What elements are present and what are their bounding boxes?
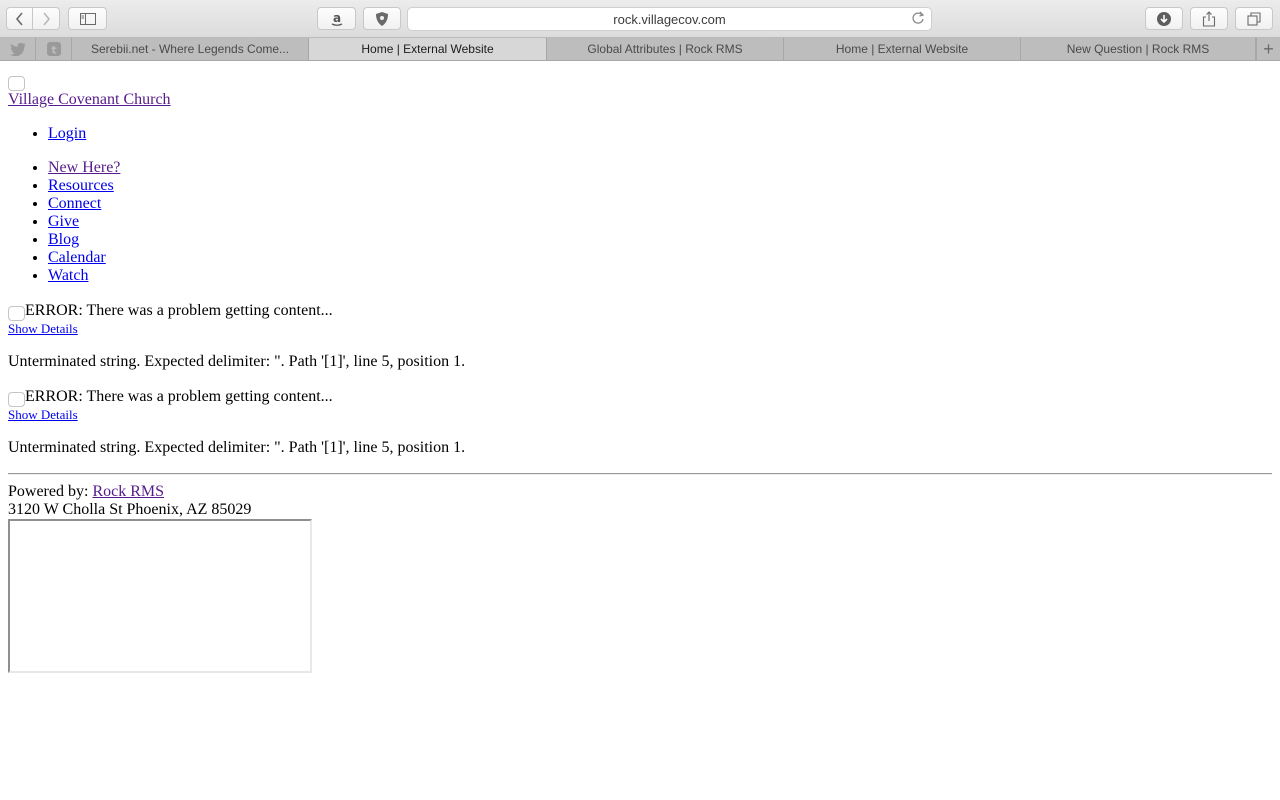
tab-bar: t Serebii.net - Where Legends Come... Ho… — [0, 38, 1280, 61]
nav-link-watch[interactable]: Watch — [48, 267, 88, 284]
nav-toggle-checkbox[interactable] — [8, 76, 25, 91]
share-icon — [1202, 10, 1216, 27]
page-content: Village Covenant Church Login New Here? … — [0, 62, 1280, 800]
svg-text:a: a — [332, 11, 340, 25]
back-button[interactable] — [6, 7, 33, 30]
share-button[interactable] — [1190, 7, 1228, 30]
brand-link[interactable]: Village Covenant Church — [8, 91, 1272, 109]
tab-label: Home | External Website — [361, 42, 494, 56]
forward-button[interactable] — [33, 7, 60, 30]
nav-link-connect[interactable]: Connect — [48, 195, 101, 212]
nav-link-calendar[interactable]: Calendar — [48, 249, 106, 266]
map-iframe[interactable] — [8, 519, 312, 673]
account-nav-item: Login — [48, 125, 1272, 143]
tabs-overview-icon — [1247, 11, 1261, 26]
tab-label: New Question | Rock RMS — [1066, 42, 1210, 56]
footer-divider — [8, 473, 1272, 475]
error-detail: Unterminated string. Expected delimiter:… — [8, 439, 466, 456]
nav-link-resources[interactable]: Resources — [48, 177, 114, 194]
shield-icon — [376, 11, 388, 26]
new-tab-button[interactable]: + — [1256, 38, 1280, 60]
amazon-extension-button[interactable]: a — [317, 7, 356, 30]
sidebar-icon — [79, 12, 96, 25]
history-nav — [6, 7, 60, 30]
account-nav: Login — [8, 125, 1272, 143]
error-block: ERROR: There was a problem getting conte… — [8, 387, 1272, 457]
download-icon — [1157, 11, 1171, 26]
nav-link-new-here[interactable]: New Here? — [48, 159, 120, 176]
error-toggle-checkbox[interactable] — [8, 306, 25, 321]
error-title-text: ERROR: There was a problem getting conte… — [25, 302, 333, 319]
tab-overview-button[interactable] — [1235, 7, 1273, 30]
pinned-tab-twitter[interactable] — [0, 38, 36, 60]
browser-toolbar: a rock.villagecov.com — [0, 0, 1280, 38]
main-nav-item: Calendar — [48, 249, 1272, 267]
sidebar-button[interactable] — [68, 7, 107, 30]
nav-link-give[interactable]: Give — [48, 213, 79, 230]
pinned-tab-tumblr[interactable]: t — [36, 38, 72, 60]
error-title-text: ERROR: There was a problem getting conte… — [25, 388, 333, 405]
main-nav-item: New Here? — [48, 159, 1272, 177]
reload-button[interactable] — [911, 11, 925, 28]
main-nav-item: Blog — [48, 231, 1272, 249]
address-bar[interactable]: rock.villagecov.com — [407, 7, 932, 31]
main-nav-item: Give — [48, 213, 1272, 231]
url-text: rock.villagecov.com — [613, 11, 726, 27]
main-nav-item: Watch — [48, 267, 1272, 285]
nav-link-blog[interactable]: Blog — [48, 231, 79, 248]
tumblr-icon: t — [46, 42, 61, 57]
error-toggle-checkbox[interactable] — [8, 392, 25, 407]
main-nav-item: Resources — [48, 177, 1272, 195]
show-details-link[interactable]: Show Details — [8, 321, 1272, 337]
login-link[interactable]: Login — [48, 125, 86, 142]
plus-icon: + — [1263, 38, 1274, 59]
show-details-link[interactable]: Show Details — [8, 407, 1272, 423]
chevron-left-icon — [15, 11, 23, 26]
chevron-right-icon — [43, 11, 51, 26]
error-block: ERROR: There was a problem getting conte… — [8, 301, 1272, 371]
tab-home-external-website-active[interactable]: Home | External Website — [309, 38, 547, 60]
tab-label: Home | External Website — [835, 42, 969, 56]
downloads-button[interactable] — [1145, 7, 1183, 30]
error-title: ERROR: There was a problem getting conte… — [8, 301, 1272, 321]
tab-label: Global Attributes | Rock RMS — [587, 42, 743, 56]
main-nav-item: Connect — [48, 195, 1272, 213]
rock-rms-link[interactable]: Rock RMS — [92, 483, 164, 500]
amazon-icon: a — [331, 11, 342, 26]
reload-icon — [912, 11, 925, 24]
error-title: ERROR: There was a problem getting conte… — [8, 387, 1272, 407]
church-address: 3120 W Cholla St Phoenix, AZ 85029 — [8, 501, 252, 518]
tab-serebii[interactable]: Serebii.net - Where Legends Come... — [72, 38, 309, 60]
tab-global-attributes[interactable]: Global Attributes | Rock RMS — [547, 38, 784, 60]
tab-label: Serebii.net - Where Legends Come... — [90, 42, 290, 56]
shield-extension-button[interactable] — [363, 7, 401, 30]
tab-new-question[interactable]: New Question | Rock RMS — [1021, 38, 1256, 60]
twitter-icon — [9, 42, 26, 56]
powered-by-label: Powered by: — [8, 483, 93, 500]
svg-text:t: t — [51, 44, 56, 57]
error-detail: Unterminated string. Expected delimiter:… — [8, 353, 466, 370]
main-nav: New Here? Resources Connect Give Blog Ca… — [8, 159, 1272, 285]
powered-by: Powered by: Rock RMS — [8, 483, 1272, 501]
tab-home-external-website[interactable]: Home | External Website — [784, 38, 1021, 60]
